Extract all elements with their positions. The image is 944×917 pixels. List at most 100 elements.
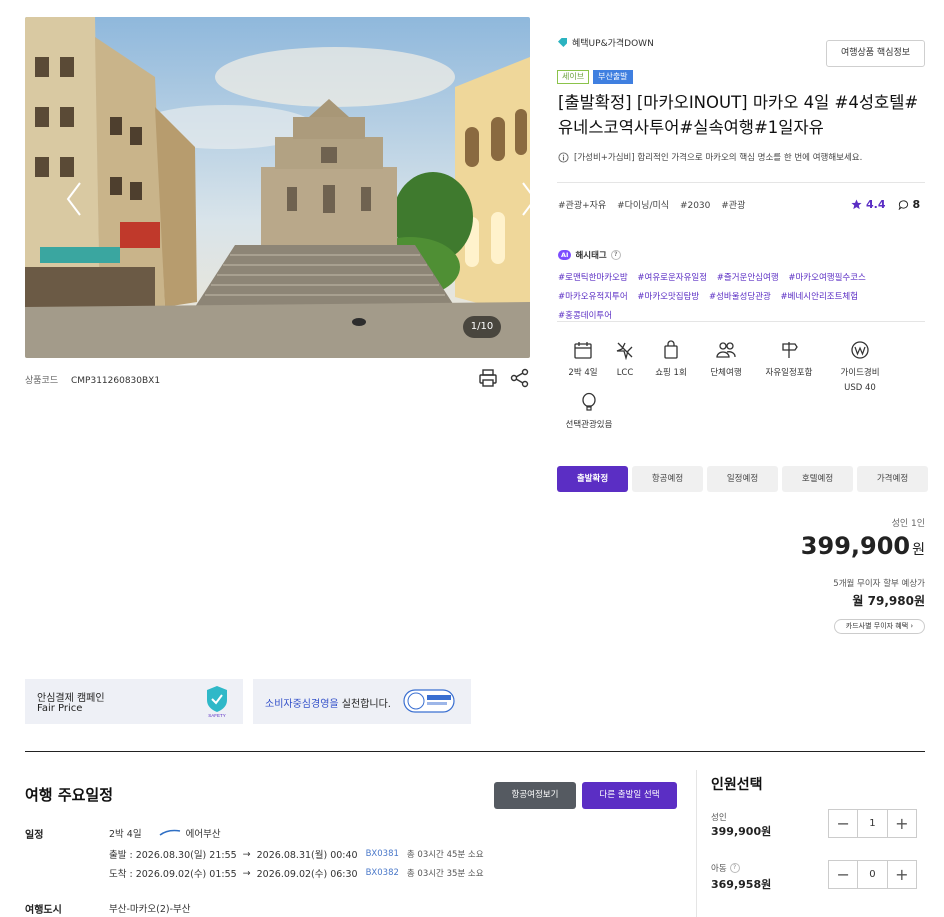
period-value: 2박 4일 xyxy=(109,829,142,840)
price-per-adult-label: 성인 1인 xyxy=(891,519,925,529)
arrow-right-icon: → xyxy=(242,848,251,860)
promo-text: 혜택UP&가격DOWN xyxy=(572,39,654,49)
feature-sub: USD 40 xyxy=(844,383,876,393)
schedule-title: 여행 주요일정 xyxy=(25,786,114,804)
hashtag[interactable]: #성바울성당관광 xyxy=(709,292,771,302)
divider xyxy=(557,321,925,322)
macau-ruins-photo xyxy=(25,17,530,358)
balloon-icon xyxy=(582,392,596,411)
fair-price-banner[interactable]: 안심결제 캠페인 Fair Price SAFETY xyxy=(25,679,243,724)
installment-price: 월 79,980원 xyxy=(852,594,925,608)
calendar-icon xyxy=(574,342,592,359)
category-tag[interactable]: #다이닝/미식 xyxy=(617,201,669,211)
departure-badge: 부산출발 xyxy=(593,70,633,84)
child-label: 아동 xyxy=(711,864,727,874)
child-minus-button[interactable]: − xyxy=(829,861,857,888)
feature-label: 자유일정포함 xyxy=(765,368,813,378)
product-image-gallery[interactable] xyxy=(25,17,530,358)
vertical-divider xyxy=(696,770,697,917)
consumer-centered-banner[interactable]: 소비자중심경영을 실천합니다. xyxy=(253,679,471,724)
share-actions xyxy=(478,368,530,388)
ai-chip: AI xyxy=(558,250,572,260)
ccm-highlight: 소비자중심경영을 xyxy=(265,699,339,710)
period-row: 2박 4일 에어부산 xyxy=(109,826,221,840)
star-icon xyxy=(851,199,862,210)
child-count[interactable]: 0 xyxy=(857,861,888,888)
card-benefit-button[interactable]: 카드사별 무이자 혜택 › xyxy=(834,619,925,634)
svg-text:SAFETY: SAFETY xyxy=(208,713,226,718)
gallery-next-icon[interactable] xyxy=(517,179,530,219)
adult-minus-button[interactable]: − xyxy=(829,810,857,837)
adult-label: 성인 xyxy=(711,813,727,823)
feature-item: 선택관광있음 xyxy=(559,392,619,433)
tab-itinerary-scheduled[interactable]: 일정예정 xyxy=(707,466,778,492)
departure-flight-number[interactable]: BX0381 xyxy=(366,849,399,859)
return-arrival: 2026.09.02(수) 06:30 xyxy=(256,869,358,880)
help-icon[interactable]: ? xyxy=(729,863,740,873)
description-text: [가성비+가심비] 합리적인 가격으로 마카오의 핵심 명소를 한 번에 여행해… xyxy=(574,153,863,163)
adult-count[interactable]: 1 xyxy=(857,810,888,837)
tab-hotel-scheduled[interactable]: 호텔예정 xyxy=(782,466,853,492)
hashtag[interactable]: #마카오유적지투어 xyxy=(558,292,628,302)
return-row: 도착 : 2026.09.02(수) 01:55 → 2026.09.02(수)… xyxy=(109,866,484,881)
tab-departure-confirmed[interactable]: 출발확정 xyxy=(557,466,628,492)
rating-score: 4.4 xyxy=(866,198,886,211)
rating-summary[interactable]: 4.4 8 xyxy=(851,198,920,211)
category-tag[interactable]: #관광+자유 xyxy=(558,201,606,211)
signpost-icon xyxy=(782,342,798,358)
product-badges: 세이브 부산출발 xyxy=(557,70,633,84)
gallery-prev-icon[interactable] xyxy=(62,179,86,219)
child-stepper: − 0 + xyxy=(828,860,917,889)
arrow-right-icon: → xyxy=(242,867,251,879)
category-tag[interactable]: #관광 xyxy=(721,201,745,211)
product-description: [가성비+가심비] 합리적인 가격으로 마카오의 핵심 명소를 한 번에 여행해… xyxy=(558,151,862,163)
adult-plus-button[interactable]: + xyxy=(888,810,916,837)
adult-stepper: − 1 + xyxy=(828,809,917,838)
hashtag[interactable]: #홍콩데이투어 xyxy=(558,311,612,321)
feature-item: 쇼핑 1회 xyxy=(641,340,701,381)
won-icon xyxy=(851,341,869,359)
print-icon[interactable] xyxy=(478,368,498,388)
info-icon xyxy=(558,151,569,163)
shopping-bag-icon xyxy=(664,340,678,359)
ccm-rest: 실천합니다. xyxy=(338,699,391,710)
departure-arrival: 2026.08.31(월) 00:40 xyxy=(256,850,358,861)
air-busan-logo xyxy=(159,829,180,836)
flight-itinerary-button[interactable]: 항공여정보기 xyxy=(494,782,576,809)
hashtag[interactable]: #마카오맛집탐방 xyxy=(637,292,699,302)
city-label: 여행도시 xyxy=(25,905,62,916)
share-icon[interactable] xyxy=(510,368,530,388)
airline-name: 에어부산 xyxy=(185,829,221,840)
airplane-icon xyxy=(616,342,633,360)
child-plus-button[interactable]: + xyxy=(888,861,916,888)
return-time: 도착 : 2026.09.02(수) 01:55 xyxy=(109,869,237,880)
tab-price-scheduled[interactable]: 가격예정 xyxy=(857,466,928,492)
city-value: 부산-마카오(2)-부산 xyxy=(109,904,191,915)
other-date-button[interactable]: 다른 출발일 선택 xyxy=(582,782,677,809)
hashtag-header: AI 해시태그 ? xyxy=(558,249,621,261)
hashtag[interactable]: #여유로운자유일정 xyxy=(637,273,707,283)
fair-price-subtitle: Fair Price xyxy=(37,703,83,714)
product-code-value: CMP311260830BX1 xyxy=(71,376,161,386)
hashtag[interactable]: #마카오여행필수코스 xyxy=(788,273,866,283)
ccm-text: 소비자중심경영을 실천합니다. xyxy=(265,695,391,710)
key-info-button[interactable]: 여행상품 핵심정보 xyxy=(826,40,925,67)
feature-item: 자유일정포함 xyxy=(759,340,819,381)
return-flight-number[interactable]: BX0382 xyxy=(366,868,399,878)
hashtag[interactable]: #로맨틱한마카오밤 xyxy=(558,273,628,283)
hashtag[interactable]: #베네시안리조트체험 xyxy=(781,292,859,302)
price-amount: 399,900 xyxy=(800,532,911,560)
hashtag[interactable]: #즐거운안심여행 xyxy=(717,273,779,283)
feature-label: 가이드경비 xyxy=(840,368,880,378)
review-count: 8 xyxy=(912,198,921,211)
feature-label: 선택관광있음 xyxy=(565,420,613,430)
category-tag[interactable]: #2030 xyxy=(680,201,710,211)
installment-label: 5개월 무이자 할부 예상가 xyxy=(833,579,925,589)
return-duration: 총 03시간 35분 소요 xyxy=(406,869,484,879)
hashtag-list: #로맨틱한마카오밤 #여유로운자유일정 #즐거운안심여행 #마카오여행필수코스 … xyxy=(558,269,928,326)
tab-flight-scheduled[interactable]: 항공예정 xyxy=(632,466,703,492)
people-select-title: 인원선택 xyxy=(711,777,763,793)
help-icon[interactable]: ? xyxy=(610,250,621,260)
departure-row: 출발 : 2026.08.30(일) 21:55 → 2026.08.31(월)… xyxy=(109,847,484,862)
gallery-counter: 1/10 xyxy=(463,316,501,338)
